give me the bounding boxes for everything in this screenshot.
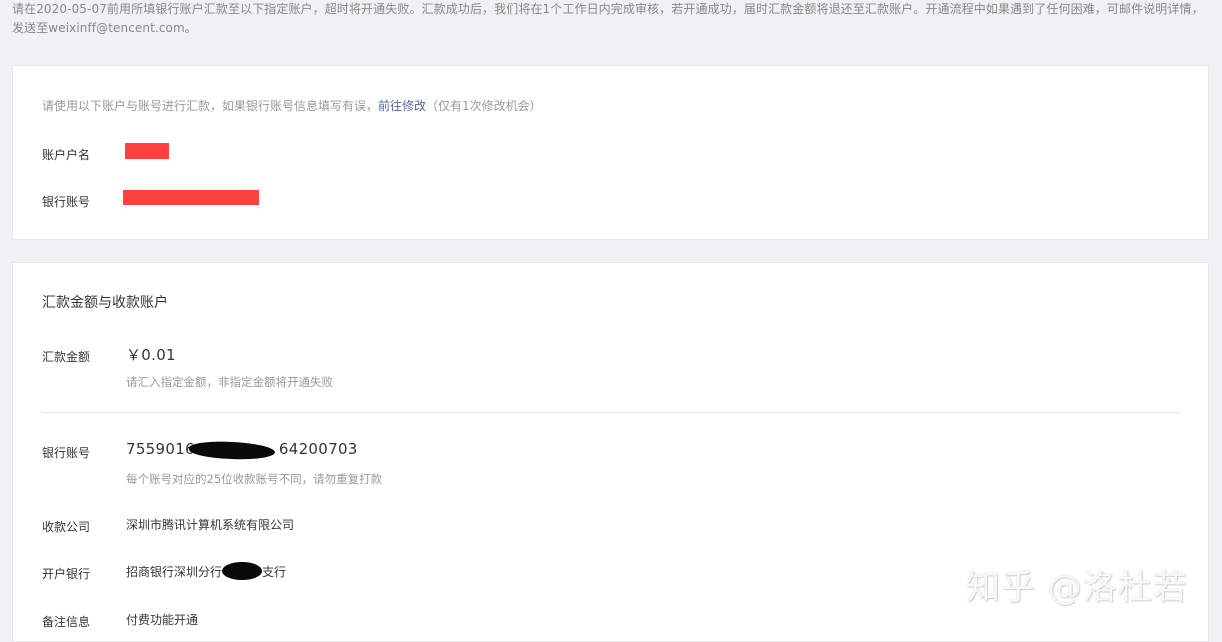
bank-label: 开户银行	[42, 567, 91, 581]
company-value: 深圳市腾讯计算机系统有限公司	[126, 518, 295, 532]
bank-value-prefix: 招商银行深圳分行	[126, 565, 223, 579]
amount-hint: 请汇入指定金额，非指定金额将开通失败	[126, 375, 333, 389]
sender-hint: 请使用以下账户与账号进行汇款，如果银行账号信息填写有误，前往修改（仅有1次修改机…	[42, 97, 542, 114]
section-title: 汇款金额与收款账户	[42, 295, 168, 311]
bank-account-prefix: 7559016	[126, 440, 195, 458]
bank-value-suffix: 支行	[262, 565, 287, 579]
account-name-redaction	[125, 143, 169, 159]
notice-text: 请在2020-05-07前用所填银行账户汇款至以下指定账户，超时将开通失败。汇款…	[12, 2, 1204, 35]
sender-account-card: 请使用以下账户与账号进行汇款，如果银行账号信息填写有误，前往修改（仅有1次修改机…	[12, 65, 1209, 240]
bank-value: 招商银行深圳分行 支行	[126, 563, 286, 580]
watermark-text: 知乎 @洛杜若	[966, 568, 1188, 608]
remark-value: 付费功能开通	[126, 613, 199, 627]
bank-account-suffix: 64200703	[278, 440, 358, 458]
account-name-label: 账户户名	[42, 148, 91, 162]
divider	[42, 412, 1180, 413]
edit-link[interactable]: 前往修改	[378, 99, 426, 113]
sender-hint-prefix: 请使用以下账户与账号进行汇款，如果银行账号信息填写有误，	[42, 99, 379, 113]
sender-hint-suffix: （仅有1次修改机会）	[426, 99, 542, 113]
bank-branch-redaction	[222, 562, 262, 580]
company-label: 收款公司	[42, 520, 91, 534]
bank-account-hint: 每个账号对应的25位收款账号不同，请勿重复打款	[126, 472, 383, 486]
amount-label: 汇款金额	[42, 350, 91, 364]
sender-bank-account-redaction	[123, 190, 259, 205]
remark-label: 备注信息	[42, 615, 91, 629]
recipient-bank-account-label: 银行账号	[42, 446, 91, 460]
amount-value: ￥0.01	[126, 346, 176, 364]
sender-bank-account-label: 银行账号	[42, 195, 91, 209]
